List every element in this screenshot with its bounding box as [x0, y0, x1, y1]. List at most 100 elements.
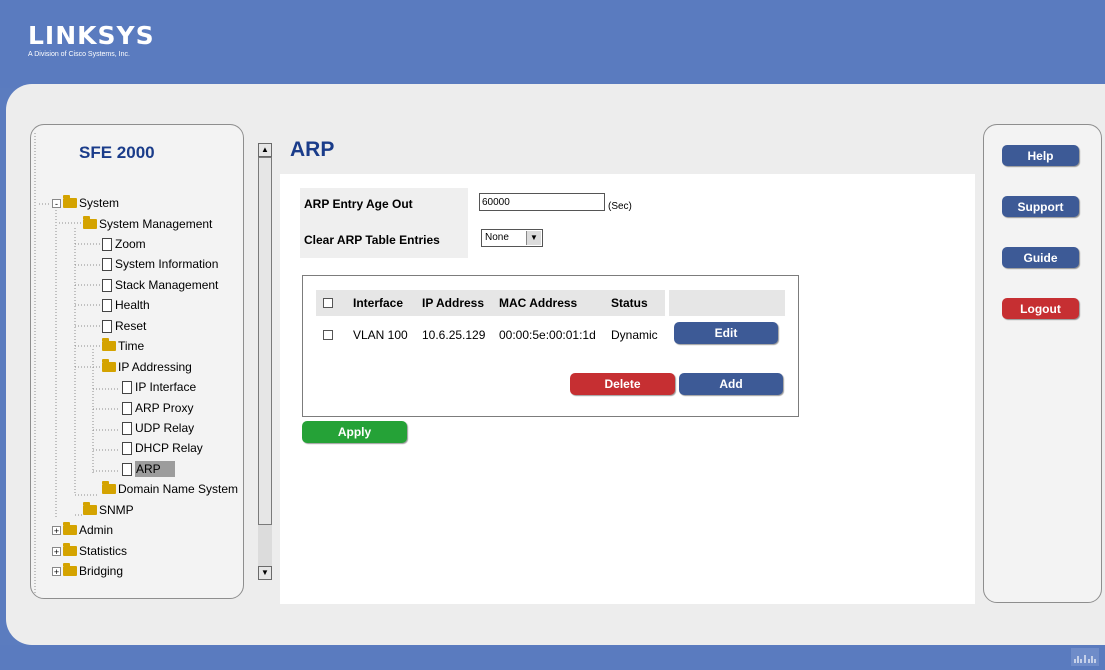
- nav-scrollbar[interactable]: ▲ ▼: [258, 143, 272, 580]
- age-out-input[interactable]: [479, 193, 605, 211]
- nav-item-label: Stack Management: [115, 278, 219, 292]
- nav-item-reset[interactable]: Reset: [102, 318, 146, 334]
- brand-tagline: A Division of Cisco Systems, Inc.: [28, 51, 130, 58]
- cisco-logo-icon: [1071, 648, 1099, 666]
- nav-item-dhcp-relay[interactable]: DHCP Relay: [122, 440, 203, 456]
- row-checkbox[interactable]: [323, 330, 333, 340]
- collapse-icon[interactable]: -: [52, 198, 61, 208]
- document-icon: [122, 401, 132, 415]
- nav-item-zoom[interactable]: Zoom: [102, 236, 146, 252]
- nav-item-label: Health: [115, 298, 150, 312]
- nav-item-ip-interface[interactable]: IP Interface: [122, 379, 196, 395]
- nav-item-bridging[interactable]: + Bridging: [52, 563, 123, 579]
- nav-item-domain-name-system[interactable]: Domain Name System: [102, 481, 238, 497]
- nav-item-label: UDP Relay: [135, 421, 195, 435]
- cell-status: Dynamic: [611, 328, 658, 342]
- bottom-footer-bar: [0, 645, 1105, 670]
- nav-item-label: Statistics: [79, 544, 128, 558]
- navigation-panel: SFE 2000 - System System Management Zoom Sys…: [30, 124, 244, 599]
- nav-item-label: DHCP Relay: [135, 441, 203, 455]
- folder-icon: [63, 195, 77, 208]
- cell-mac-address: 00:00:5e:00:01:1d: [499, 328, 596, 342]
- nav-item-label: IP Interface: [135, 380, 197, 394]
- nav-item-system[interactable]: - System: [52, 195, 119, 211]
- logout-button[interactable]: Logout: [1002, 298, 1079, 319]
- apply-button[interactable]: Apply: [302, 421, 407, 443]
- scroll-down-arrow-icon[interactable]: ▼: [258, 566, 272, 580]
- document-icon: [122, 421, 132, 435]
- folder-icon: [102, 338, 116, 351]
- nav-item-label: System Information: [115, 257, 219, 271]
- expand-icon[interactable]: +: [52, 566, 61, 576]
- page-title: ARP: [290, 138, 335, 161]
- folder-icon: [63, 543, 77, 556]
- nav-item-arp[interactable]: ARP: [122, 461, 175, 477]
- cell-interface: VLAN 100: [353, 328, 408, 342]
- nav-item-time[interactable]: Time: [102, 338, 144, 354]
- nav-item-label: SNMP: [99, 503, 134, 517]
- linksys-logo: LINKSYS A Division of Cisco Systems, Inc…: [28, 22, 155, 59]
- cell-ip-address: 10.6.25.129: [422, 328, 486, 342]
- nav-item-udp-relay[interactable]: UDP Relay: [122, 420, 194, 436]
- folder-icon: [83, 502, 97, 515]
- nav-item-label: Time: [118, 339, 145, 353]
- col-header-status: Status: [611, 296, 648, 310]
- age-out-unit: (Sec): [608, 201, 632, 212]
- clear-arp-select[interactable]: None ▼: [481, 229, 543, 247]
- document-icon: [122, 380, 132, 394]
- document-icon: [122, 441, 132, 455]
- document-icon: [122, 462, 132, 476]
- dropdown-arrow-icon[interactable]: ▼: [526, 231, 541, 245]
- clear-arp-label: Clear ARP Table Entries: [304, 233, 440, 247]
- nav-item-label: ARP Proxy: [135, 401, 194, 415]
- scroll-up-arrow-icon[interactable]: ▲: [258, 143, 272, 157]
- folder-icon: [102, 481, 116, 494]
- nav-item-arp-proxy[interactable]: ARP Proxy: [122, 400, 193, 416]
- edit-button[interactable]: Edit: [674, 322, 778, 344]
- nav-item-ip-addressing[interactable]: IP Addressing: [102, 359, 192, 375]
- nav-item-system-information[interactable]: System Information: [102, 256, 218, 272]
- nav-item-label: ARP: [135, 461, 175, 477]
- select-all-checkbox[interactable]: [323, 298, 333, 308]
- folder-icon: [83, 216, 97, 229]
- clear-arp-select-value: None: [485, 232, 509, 243]
- add-button[interactable]: Add: [679, 373, 783, 395]
- nav-item-health[interactable]: Health: [102, 297, 150, 313]
- guide-button[interactable]: Guide: [1002, 247, 1079, 268]
- document-icon: [102, 319, 112, 333]
- brand-name: LINKSYS: [28, 21, 155, 50]
- table-header-action-cell: [669, 290, 785, 316]
- delete-button[interactable]: Delete: [570, 373, 675, 395]
- nav-item-label: IP Addressing: [118, 360, 192, 374]
- age-out-label: ARP Entry Age Out: [304, 197, 413, 211]
- nav-item-snmp[interactable]: SNMP: [83, 502, 134, 518]
- col-header-mac-address: MAC Address: [499, 296, 578, 310]
- nav-item-label: System Management: [99, 217, 213, 231]
- folder-icon: [102, 359, 116, 372]
- nav-item-stack-management[interactable]: Stack Management: [102, 277, 218, 293]
- folder-icon: [63, 563, 77, 576]
- nav-item-label: Admin: [79, 523, 114, 537]
- col-header-ip-address: IP Address: [422, 296, 485, 310]
- folder-icon: [63, 522, 77, 535]
- scrollbar-thumb[interactable]: [258, 157, 272, 525]
- col-header-interface: Interface: [353, 296, 404, 310]
- document-icon: [102, 237, 112, 251]
- nav-item-label: Domain Name System: [118, 482, 239, 496]
- document-icon: [102, 257, 112, 271]
- document-icon: [102, 278, 112, 292]
- document-icon: [102, 298, 112, 312]
- expand-icon[interactable]: +: [52, 525, 61, 535]
- nav-item-label: Zoom: [115, 237, 146, 251]
- navigation-tree: - System System Management Zoom System Infor…: [31, 125, 243, 598]
- nav-item-admin[interactable]: + Admin: [52, 522, 113, 538]
- expand-icon[interactable]: +: [52, 546, 61, 556]
- nav-item-label: System: [79, 196, 120, 210]
- help-button[interactable]: Help: [1002, 145, 1079, 166]
- top-header-bar: LINKSYS A Division of Cisco Systems, Inc…: [0, 0, 1105, 88]
- nav-item-statistics[interactable]: + Statistics: [52, 543, 127, 559]
- nav-item-label: Bridging: [79, 564, 124, 578]
- nav-item-label: Reset: [115, 319, 147, 333]
- nav-item-system-management[interactable]: System Management: [83, 216, 212, 232]
- support-button[interactable]: Support: [1002, 196, 1079, 217]
